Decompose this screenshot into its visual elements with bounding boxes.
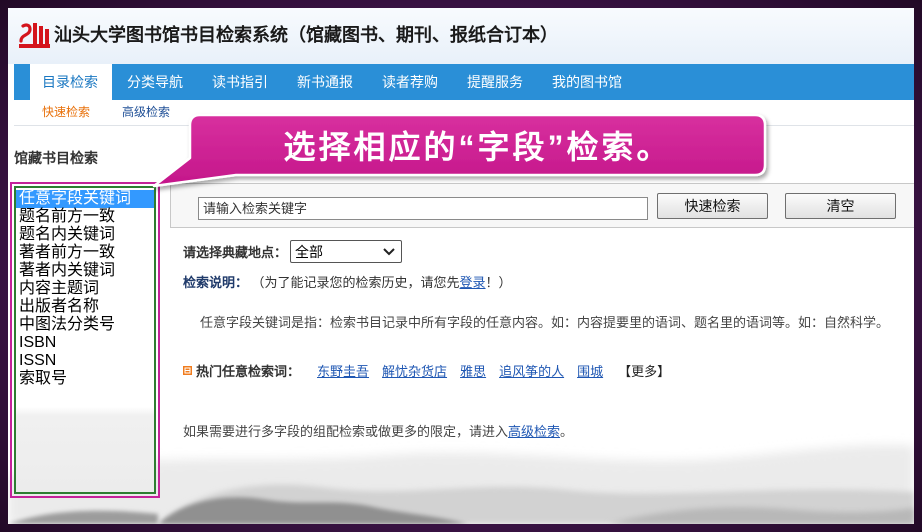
hot-keyword-link[interactable]: 围城: [577, 361, 603, 380]
hot-keywords-row: 热门任意检索词： 东野圭吾 解忧杂货店 雅思 追风筝的人 围城 【更多】: [183, 361, 670, 379]
chevron-down-icon: [383, 247, 395, 256]
field-description: 任意字段关键词是指：检索书目记录中所有字段的任意内容。如：内容提要里的语词、题名…: [200, 315, 890, 330]
location-row: 请选择典藏地点： 全部: [183, 240, 403, 263]
field-option-clc-number[interactable]: 中图法分类号: [16, 316, 154, 334]
field-option-title-prefix[interactable]: 题名前方一致: [16, 208, 154, 226]
advanced-search-link[interactable]: 高级检索: [508, 424, 560, 439]
location-selected-value: 全部: [295, 243, 324, 260]
nav-new-books[interactable]: 新书通报: [285, 64, 367, 100]
field-option-subject[interactable]: 内容主题词: [16, 280, 154, 298]
square-bullet-icon: [183, 365, 192, 375]
callout-text: 选择相应的“字段”检索。: [283, 129, 672, 165]
nav-my-library[interactable]: 我的图书馆: [540, 64, 622, 100]
tab-quick-search[interactable]: 快速检索: [42, 100, 90, 124]
advanced-hint-end: 。: [560, 424, 574, 439]
nav-reader-recommend[interactable]: 读者荐购: [370, 64, 452, 100]
sidebar-title: 馆藏书目检索: [14, 150, 98, 166]
field-option-publisher[interactable]: 出版者名称: [16, 298, 154, 316]
hot-keyword-link[interactable]: 雅思: [460, 361, 486, 380]
hot-keyword-link[interactable]: 追风筝的人: [499, 361, 564, 380]
nav-classification[interactable]: 分类导航: [115, 64, 197, 100]
hot-keyword-link[interactable]: 东野圭吾: [317, 361, 369, 380]
annotation-highlight-box: 任意字段关键词 题名前方一致 题名内关键词 著者前方一致 著者内关键词 内容主题…: [10, 182, 160, 498]
hot-keyword-link[interactable]: 解忧杂货店: [382, 361, 447, 380]
quick-search-button[interactable]: 快速检索: [657, 193, 768, 219]
notice-label: 检索说明：: [183, 275, 249, 290]
advanced-search-hint: 如果需要进行多字段的组配检索或做更多的限定，请进入高级检索。: [183, 423, 573, 441]
field-option-author-keyword[interactable]: 著者内关键词: [16, 262, 154, 280]
app-window: 汕头大学图书馆书目检索系统（馆藏图书、期刊、报纸合订本） 目录检索 分类导航 读…: [8, 8, 914, 524]
location-select[interactable]: 全部: [290, 240, 403, 263]
field-option-title-keyword[interactable]: 题名内关键词: [16, 226, 154, 244]
nav-reading-guide[interactable]: 读书指引: [200, 64, 282, 100]
field-option-author-prefix[interactable]: 著者前方一致: [16, 244, 154, 262]
search-field-listbox[interactable]: 任意字段关键词 题名前方一致 题名内关键词 著者前方一致 著者内关键词 内容主题…: [14, 186, 156, 494]
notice-text-before: （为了能记录您的检索历史，请您先: [258, 275, 460, 290]
clear-button[interactable]: 清空: [785, 193, 896, 219]
advanced-hint-text: 如果需要进行多字段的组配检索或做更多的限定，请进入: [183, 424, 509, 439]
location-label: 请选择典藏地点：: [183, 245, 288, 260]
main-nav: 目录检索 分类导航 读书指引 新书通报 读者荐购 提醒服务 我的图书馆: [14, 64, 914, 100]
notice-text: （为了能记录您的检索历史，请您先登录！）: [258, 275, 512, 290]
site-header: 汕头大学图书馆书目检索系统（馆藏图书、期刊、报纸合订本）: [8, 8, 914, 64]
login-link[interactable]: 登录: [460, 275, 486, 290]
shantou-university-logo[interactable]: [18, 20, 52, 50]
field-option-any-keyword[interactable]: 任意字段关键词: [16, 190, 154, 208]
site-title: 汕头大学图书馆书目检索系统（馆藏图书、期刊、报纸合订本）: [54, 25, 558, 45]
notice-text-after: ！）: [485, 275, 512, 290]
search-notice: 检索说明： （为了能记录您的检索历史，请您先登录！）: [183, 274, 512, 292]
nav-catalog-search[interactable]: 目录检索: [30, 64, 112, 100]
nav-alert-service[interactable]: 提醒服务: [455, 64, 537, 100]
field-option-issn[interactable]: ISSN: [16, 352, 154, 370]
search-input[interactable]: [198, 197, 648, 220]
hot-keywords-label: 热门任意检索词：: [196, 363, 301, 379]
field-option-call-number[interactable]: 索取号: [16, 370, 154, 388]
field-option-isbn[interactable]: ISBN: [16, 334, 154, 352]
more-keywords-link[interactable]: 【更多】: [618, 361, 670, 380]
